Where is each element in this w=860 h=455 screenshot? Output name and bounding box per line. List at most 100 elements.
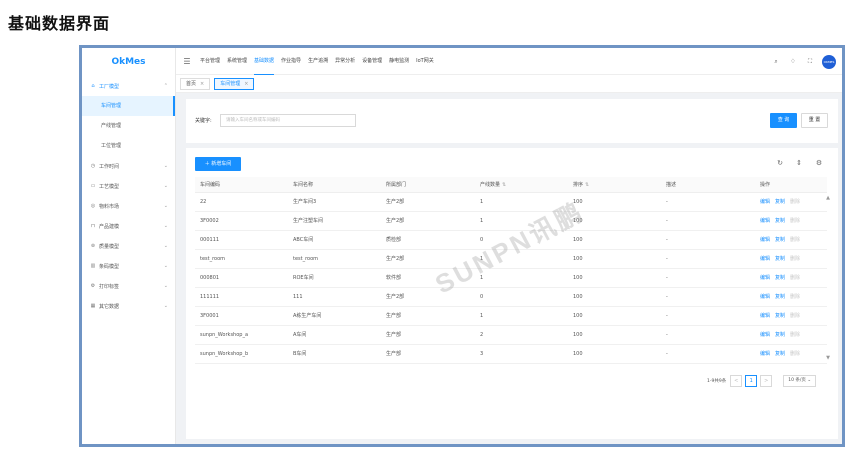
cell-ops: 编辑 复制 删除 — [760, 326, 805, 345]
scroll-up-icon[interactable]: ▲ — [826, 195, 830, 201]
cell-ops: 编辑 复制 删除 — [760, 345, 805, 364]
sidebar-item-factory-model[interactable]: ⌂ 工厂模型 ⌃ — [82, 76, 175, 96]
settings-icon[interactable]: ⚙ — [814, 159, 824, 167]
cell-name: ABC车间 — [293, 237, 314, 243]
cell-lines: 0 — [480, 294, 484, 300]
cell-ops: 编辑 复制 删除 — [760, 288, 805, 307]
delete-button[interactable]: 删除 — [790, 313, 800, 319]
bell-icon[interactable]: ♢ — [789, 58, 797, 65]
nav-exception[interactable]: 异常分析 — [335, 48, 355, 75]
sidebar-item-print-label[interactable]: ⚙ 打印标签 ⌄ — [82, 276, 175, 296]
col-sort-label: 排序 — [573, 182, 584, 188]
edit-button[interactable]: 编辑 — [760, 256, 770, 262]
cell-ops: 编辑 复制 删除 — [760, 231, 805, 250]
nav-iot[interactable]: IoT网关 — [416, 48, 434, 75]
nav-equipment[interactable]: 设备管理 — [362, 48, 382, 75]
nav-esd[interactable]: 静电监测 — [389, 48, 409, 75]
delete-button[interactable]: 删除 — [790, 351, 800, 357]
column-height-icon[interactable]: ⇕ — [794, 159, 804, 167]
nav-work-guide[interactable]: 作业指导 — [281, 48, 301, 75]
top-header: ☰ 平台管理 系统管理 基础数据 作业指导 生产追溯 异常分析 设备管理 静电监… — [176, 48, 842, 75]
sort-icon[interactable]: ⇅ — [585, 182, 589, 188]
edit-button[interactable]: 编辑 — [760, 199, 770, 205]
query-button[interactable]: 查 询 — [770, 113, 797, 128]
col-dept: 所属部门 — [386, 182, 407, 188]
col-ops: 操作 — [760, 182, 771, 188]
edit-button[interactable]: 编辑 — [760, 275, 770, 281]
add-workshop-button[interactable]: ＋ 新增车间 — [195, 157, 241, 171]
page-size-select[interactable]: 10 条/页 ⌄ — [783, 374, 817, 387]
edit-button[interactable]: 编辑 — [760, 294, 770, 300]
fullscreen-icon[interactable]: ⛶ — [806, 58, 814, 66]
copy-button[interactable]: 复制 — [775, 294, 785, 300]
app-logo: OkMes — [111, 57, 146, 67]
copy-button[interactable]: 复制 — [775, 332, 785, 338]
edit-button[interactable]: 编辑 — [760, 313, 770, 319]
edit-button[interactable]: 编辑 — [760, 218, 770, 224]
sidebar-item-process-model[interactable]: ▭ 工艺模型 ⌄ — [82, 176, 175, 196]
copy-button[interactable]: 复制 — [775, 199, 785, 205]
cell-code: 000111 — [200, 237, 220, 243]
nav-system[interactable]: 系统管理 — [227, 48, 247, 75]
copy-button[interactable]: 复制 — [775, 256, 785, 262]
cell-code: 3F0002 — [200, 218, 219, 224]
sidebar-item-other-data[interactable]: ▦ 其它数据 ⌄ — [82, 296, 175, 316]
delete-button[interactable]: 删除 — [790, 199, 800, 205]
cell-ops: 编辑 复制 删除 — [760, 307, 805, 326]
avatar[interactable]: OKMES — [822, 54, 836, 69]
delete-button[interactable]: 删除 — [790, 275, 800, 281]
close-icon[interactable]: × — [200, 81, 204, 87]
sidebar-item-product[interactable]: ⊓ 产品建模 ⌄ — [82, 216, 175, 236]
col-sort[interactable]: 排序 ⇅ — [573, 177, 589, 193]
keyword-input[interactable]: 请输入车间名称或车间编码 — [220, 114, 356, 127]
delete-button[interactable]: 删除 — [790, 237, 800, 243]
search-icon[interactable]: ⌕ — [772, 58, 780, 66]
sidebar-item-barcode[interactable]: ▥ 条码模型 ⌄ — [82, 256, 175, 276]
page-size-label: 10 条/页 — [788, 377, 806, 383]
cell-desc: - — [666, 256, 668, 262]
menu-toggle-icon[interactable]: ☰ — [182, 57, 192, 66]
sidebar-item-material[interactable]: ◎ 物料市场 ⌄ — [82, 196, 175, 216]
edit-button[interactable]: 编辑 — [760, 332, 770, 338]
sidebar-subitem-station[interactable]: 工位管理 — [82, 136, 175, 156]
sidebar-item-label: 其它数据 — [99, 303, 120, 310]
tab-workshop[interactable]: 车间管理 × — [214, 77, 255, 90]
sidebar-subitem-workshop[interactable]: 车间管理 — [82, 96, 175, 116]
copy-button[interactable]: 复制 — [775, 237, 785, 243]
page-button-current[interactable]: 1 — [745, 374, 758, 387]
sidebar-item-work-time[interactable]: ◷ 工作时间 ⌄ — [82, 156, 175, 176]
copy-button[interactable]: 复制 — [775, 313, 785, 319]
refresh-icon[interactable]: ↻ — [775, 159, 785, 167]
delete-button[interactable]: 删除 — [790, 294, 800, 300]
nav-basic-data[interactable]: 基础数据 — [254, 48, 275, 75]
edit-button[interactable]: 编辑 — [760, 351, 770, 357]
chevron-down-icon: ⌄ — [163, 263, 168, 269]
tab-home[interactable]: 首页 × — [180, 77, 211, 90]
nav-trace[interactable]: 生产追溯 — [308, 48, 328, 75]
cell-code: 22 — [200, 199, 207, 205]
sidebar-item-quality[interactable]: ⊚ 质量模型 ⌄ — [82, 236, 175, 256]
cell-name: 生产注塑车间 — [293, 218, 324, 224]
sidebar-subitem-line[interactable]: 产线管理 — [82, 116, 175, 136]
table-row: sunpn_Workshop_b B车间 生产部 3 100 - 编辑 复制 删除 — [195, 345, 827, 364]
delete-button[interactable]: 删除 — [790, 218, 800, 224]
cell-name: A车间 — [293, 332, 307, 338]
edit-button[interactable]: 编辑 — [760, 237, 770, 243]
copy-button[interactable]: 复制 — [775, 275, 785, 281]
copy-button[interactable]: 复制 — [775, 218, 785, 224]
next-page-button[interactable]: > — [760, 374, 773, 387]
close-icon[interactable]: × — [244, 81, 248, 87]
reset-button[interactable]: 重 置 — [801, 113, 828, 128]
prev-page-button[interactable]: < — [730, 374, 743, 387]
scroll-down-icon[interactable]: ▼ — [826, 355, 830, 361]
copy-button[interactable]: 复制 — [775, 351, 785, 357]
delete-button[interactable]: 删除 — [790, 256, 800, 262]
col-lines[interactable]: 产线数量 ⇅ — [480, 177, 506, 193]
sort-icon[interactable]: ⇅ — [502, 182, 506, 188]
nav-platform[interactable]: 平台管理 — [200, 48, 220, 75]
delete-button[interactable]: 删除 — [790, 332, 800, 338]
col-desc: 描述 — [666, 182, 677, 188]
quality-icon: ⊚ — [90, 243, 96, 249]
cell-dept: 生产部 — [386, 332, 402, 338]
cell-desc: - — [666, 294, 668, 300]
